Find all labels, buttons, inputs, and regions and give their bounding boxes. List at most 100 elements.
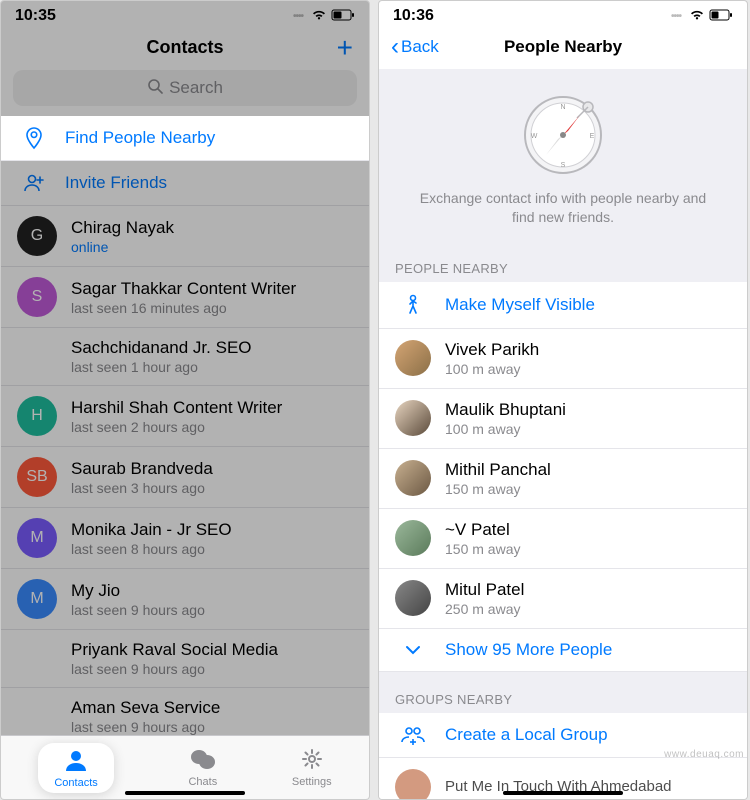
invite-friends-button[interactable]: Invite Friends: [1, 161, 369, 206]
show-more-button[interactable]: Show 95 More People: [379, 629, 747, 672]
contact-row[interactable]: H Harshil Shah Content Writerlast seen 2…: [1, 386, 369, 447]
tab-label: Chats: [188, 776, 217, 788]
contact-name: Priyank Raval Social Media: [71, 640, 353, 660]
avatar: [395, 520, 431, 556]
add-contact-button[interactable]: +: [337, 34, 353, 62]
avatar: [395, 340, 431, 376]
chevron-down-icon: [395, 640, 431, 660]
nearby-person-row[interactable]: ~V Patel150 m away: [379, 509, 747, 569]
tab-label: Contacts: [54, 777, 97, 789]
contacts-screen: 10:35 •••• Contacts + Search: [0, 0, 370, 800]
find-nearby-label: Find People Nearby: [65, 128, 353, 148]
avatar: M: [17, 518, 57, 558]
make-visible-button[interactable]: Make Myself Visible: [379, 282, 747, 329]
svg-text:N: N: [560, 104, 565, 111]
contact-name: My Jio: [71, 581, 353, 601]
contact-name: Aman Seva Service: [71, 698, 353, 718]
contact-name: Saurab Brandveda: [71, 459, 353, 479]
nav-header: Contacts +: [1, 27, 369, 70]
nearby-person-row[interactable]: Mithil Panchal150 m away: [379, 449, 747, 509]
avatar: [395, 769, 431, 800]
contact-name: Sachchidanand Jr. SEO: [71, 338, 353, 358]
person-distance: 100 m away: [445, 361, 731, 377]
contact-row[interactable]: M My Jiolast seen 9 hours ago: [1, 569, 369, 630]
location-pin-icon: [17, 126, 51, 150]
contact-row[interactable]: Sachchidanand Jr. SEOlast seen 1 hour ag…: [1, 328, 369, 386]
watermark: www.deuaq.com: [664, 749, 744, 760]
avatar: [395, 400, 431, 436]
chats-tab-icon: [190, 748, 216, 774]
avatar: [395, 460, 431, 496]
back-label: Back: [401, 37, 439, 57]
person-name: ~V Patel: [445, 520, 731, 540]
tab-bar: Contacts Chats Settings: [1, 735, 369, 799]
search-placeholder: Search: [169, 78, 223, 98]
contact-name: Monika Jain - Jr SEO: [71, 520, 353, 540]
section-header-groups: GROUPS NEARBY: [379, 672, 747, 713]
person-name: Mithil Panchal: [445, 460, 731, 480]
wifi-icon: [689, 8, 705, 24]
person-name: Vivek Parikh: [445, 340, 731, 360]
status-bar: 10:35 ••••: [1, 1, 369, 27]
invite-icon: [17, 171, 51, 195]
find-people-nearby-button[interactable]: Find People Nearby: [1, 116, 369, 161]
home-indicator[interactable]: [503, 791, 623, 795]
tab-chats[interactable]: Chats: [188, 748, 217, 788]
contact-status: last seen 9 hours ago: [71, 602, 353, 618]
contacts-tab-icon: [64, 749, 88, 775]
tab-label: Settings: [292, 776, 332, 788]
contact-status: last seen 8 hours ago: [71, 541, 353, 557]
svg-text:E: E: [590, 133, 595, 140]
contact-status: online: [71, 239, 353, 255]
show-more-label: Show 95 More People: [445, 640, 731, 660]
contact-status: last seen 3 hours ago: [71, 480, 353, 496]
page-title: Contacts: [146, 37, 223, 58]
compass-icon: N S W E: [518, 87, 608, 177]
nearby-person-row[interactable]: Maulik Bhuptani100 m away: [379, 389, 747, 449]
invite-label: Invite Friends: [65, 173, 353, 193]
people-nearby-screen: 10:36 •••• ‹ Back People Nearby: [378, 0, 748, 800]
nearby-person-row[interactable]: Vivek Parikh100 m away: [379, 329, 747, 389]
back-button[interactable]: ‹ Back: [391, 35, 439, 59]
contact-row[interactable]: Priyank Raval Social Medialast seen 9 ho…: [1, 630, 369, 688]
nearby-person-row[interactable]: Mitul Patel250 m away: [379, 569, 747, 629]
status-time: 10:35: [15, 7, 56, 25]
page-title: People Nearby: [504, 37, 622, 57]
person-name: Mitul Patel: [445, 580, 731, 600]
nav-header: ‹ Back People Nearby: [379, 27, 747, 69]
home-indicator[interactable]: [125, 791, 245, 795]
person-walking-icon: [395, 293, 431, 317]
contact-row[interactable]: S Sagar Thakkar Content Writerlast seen …: [1, 267, 369, 328]
contact-status: last seen 16 minutes ago: [71, 300, 353, 316]
group-add-icon: [395, 724, 431, 746]
contact-row[interactable]: M Monika Jain - Jr SEOlast seen 8 hours …: [1, 508, 369, 569]
contact-status: last seen 2 hours ago: [71, 419, 353, 435]
person-distance: 150 m away: [445, 541, 731, 557]
signal-dots-icon: ••••: [671, 11, 681, 22]
battery-icon: [331, 8, 355, 24]
hero-caption: Exchange contact info with people nearby…: [395, 189, 731, 227]
wifi-icon: [311, 8, 327, 24]
avatar: SB: [17, 457, 57, 497]
status-icons: ••••: [293, 8, 355, 24]
contact-status: last seen 9 hours ago: [71, 719, 353, 735]
tab-contacts[interactable]: Contacts: [38, 743, 113, 793]
contact-name: Chirag Nayak: [71, 218, 353, 238]
create-group-label: Create a Local Group: [445, 725, 731, 745]
svg-text:S: S: [561, 162, 566, 169]
contact-row[interactable]: G Chirag Nayakonline: [1, 206, 369, 267]
search-input[interactable]: Search: [13, 70, 357, 106]
person-distance: 150 m away: [445, 481, 731, 497]
hero-box: N S W E Exchange contact info with peopl…: [379, 69, 747, 241]
contact-row[interactable]: SB Saurab Brandvedalast seen 3 hours ago: [1, 447, 369, 508]
person-name: Maulik Bhuptani: [445, 400, 731, 420]
section-header-people: PEOPLE NEARBY: [379, 241, 747, 282]
action-label: Make Myself Visible: [445, 295, 731, 315]
chevron-left-icon: ‹: [391, 35, 399, 59]
contact-status: last seen 1 hour ago: [71, 359, 353, 375]
avatar: M: [17, 579, 57, 619]
battery-icon: [709, 8, 733, 24]
contact-status: last seen 9 hours ago: [71, 661, 353, 677]
person-distance: 100 m away: [445, 421, 731, 437]
tab-settings[interactable]: Settings: [292, 748, 332, 788]
